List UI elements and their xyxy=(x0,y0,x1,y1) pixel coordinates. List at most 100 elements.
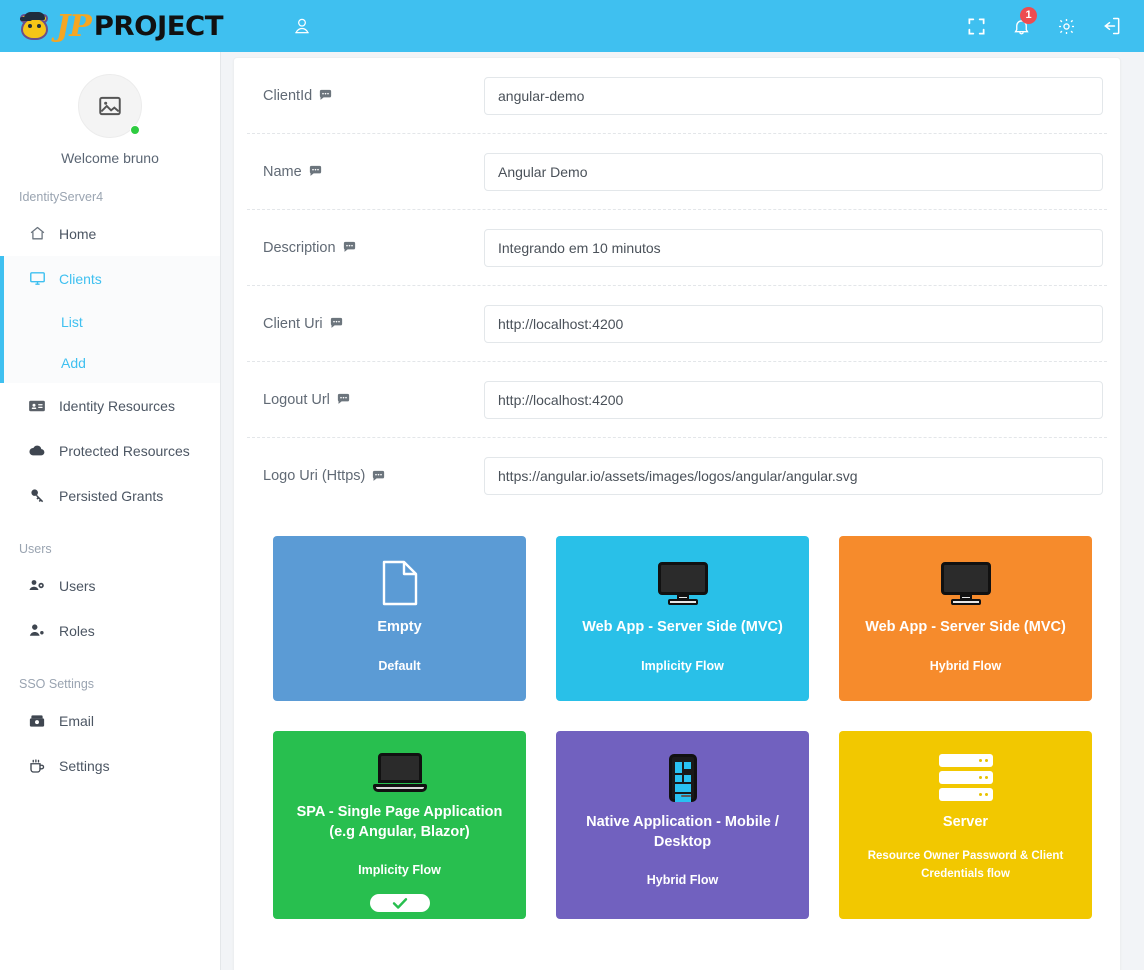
client-form: ClientId Name Description Client Uri Log… xyxy=(234,58,1120,514)
sidebar-item-clients[interactable]: Clients xyxy=(4,256,220,301)
card-title: Empty xyxy=(377,619,422,635)
card-subtitle: Implicity Flow xyxy=(641,658,724,673)
client-type-card[interactable]: Native Application - Mobile / Desktop Hyb… xyxy=(556,731,809,919)
form-label-text: Description xyxy=(263,239,336,256)
key-icon xyxy=(28,487,46,504)
client-type-card[interactable]: SPA - Single Page Application (e.g Angul… xyxy=(273,731,526,919)
comment-icon[interactable] xyxy=(336,392,351,407)
form-label-text: ClientId xyxy=(263,87,313,104)
sidebar-item-label: Persisted Grants xyxy=(59,487,164,504)
sidebar-subitem-list[interactable]: List xyxy=(4,301,220,342)
topbar-actions: 1 xyxy=(967,6,1122,37)
input-name[interactable] xyxy=(484,152,1103,191)
image-placeholder-icon xyxy=(99,96,121,116)
logout-icon[interactable] xyxy=(1102,16,1122,36)
avatar[interactable] xyxy=(78,74,142,138)
users-cog-icon xyxy=(28,576,46,595)
sidebar: Welcome bruno IdentityServer4 Home Clien… xyxy=(0,52,221,970)
phone-icon xyxy=(668,753,697,803)
sidebar-item-identity-resources[interactable]: Identity Resources xyxy=(0,383,220,428)
gear-icon[interactable] xyxy=(1057,17,1076,36)
card-subtitle: Implicity Flow xyxy=(358,863,441,878)
input-logo-uri-https[interactable] xyxy=(484,457,1103,495)
card-title: Web App - Server Side (MVC) xyxy=(582,619,783,635)
form-label: Logout Url xyxy=(247,392,484,408)
form-label: Name xyxy=(247,164,484,180)
client-type-card[interactable]: Web App - Server Side (MVC) Implicity Flo… xyxy=(556,536,809,701)
sidebar-item-label: Home xyxy=(59,225,97,242)
monitor-icon xyxy=(657,558,708,608)
sidebar-item-label: Users xyxy=(59,577,96,594)
online-status-dot xyxy=(130,125,140,135)
home-icon xyxy=(28,225,46,242)
sidebar-item-persisted-grants[interactable]: Persisted Grants xyxy=(0,473,220,518)
user-icon[interactable] xyxy=(292,16,312,36)
comment-icon[interactable] xyxy=(371,469,386,484)
file-icon xyxy=(382,558,418,608)
id-card-icon xyxy=(28,397,46,415)
form-label: Logo Uri (Https) xyxy=(247,468,484,484)
client-type-card-grid: Empty Default Web App - Server Side (MVC)… xyxy=(234,514,1120,919)
comment-icon[interactable] xyxy=(318,88,333,103)
form-label: Client Uri xyxy=(247,316,484,332)
fullscreen-icon[interactable] xyxy=(967,17,986,36)
welcome-text: Welcome bruno xyxy=(61,150,159,166)
card-subtitle: Resource Owner Password & Client Credent… xyxy=(867,849,1064,880)
sidebar-group-clients: Clients List Add xyxy=(0,256,220,383)
sidebar-item-users[interactable]: Users xyxy=(0,563,220,608)
nav-section-title-sso-settings: SSO Settings xyxy=(19,677,95,691)
sidebar-item-email[interactable]: Email xyxy=(0,698,220,743)
sidebar-item-label: Identity Resources xyxy=(59,397,175,414)
user-plus-icon xyxy=(28,621,46,640)
card-title: SPA - Single Page Application (e.g Angul… xyxy=(296,804,503,840)
page-right-gutter xyxy=(1133,52,1144,970)
sidebar-item-label: Protected Resources xyxy=(59,442,190,459)
form-row: Name xyxy=(247,134,1107,210)
card-title: Native Application - Mobile / Desktop xyxy=(586,814,779,850)
mail-box-icon xyxy=(28,712,46,730)
sidebar-item-label: Settings xyxy=(59,757,110,774)
card-title: Server xyxy=(942,814,989,830)
sidebar-item-label: Email xyxy=(59,712,95,729)
profile-block: Welcome bruno xyxy=(0,52,220,166)
card-subtitle: Hybrid Flow xyxy=(646,873,719,888)
sidebar-item-protected-resources[interactable]: Protected Resources xyxy=(0,428,220,473)
client-type-card[interactable]: Server Resource Owner Password & Client C… xyxy=(839,731,1092,919)
form-label-text: Name xyxy=(263,163,302,180)
input-logout-url[interactable] xyxy=(484,380,1103,419)
sidebar-item-label: Clients xyxy=(59,270,102,287)
client-type-card[interactable]: Empty Default xyxy=(273,536,526,701)
sidebar-subitem-add[interactable]: Add xyxy=(4,342,220,383)
sidebar-item-roles[interactable]: Roles xyxy=(0,608,220,653)
card-subtitle: Hybrid Flow xyxy=(929,658,1002,673)
comment-icon[interactable] xyxy=(329,316,344,331)
check-icon xyxy=(392,898,407,909)
form-row: Client Uri xyxy=(247,286,1107,362)
form-row: Logout Url xyxy=(247,362,1107,438)
input-description[interactable] xyxy=(484,228,1103,267)
brand-jp-text: JP xyxy=(56,8,92,44)
form-label: Description xyxy=(247,240,484,256)
form-row: ClientId xyxy=(247,58,1107,134)
card-subtitle: Default xyxy=(378,658,421,673)
comment-icon[interactable] xyxy=(342,240,357,255)
input-clientid[interactable] xyxy=(484,76,1103,115)
brand-logo[interactable]: JP PROJECT xyxy=(18,0,223,52)
bell-icon[interactable]: 1 xyxy=(1012,6,1037,37)
client-type-card[interactable]: Web App - Server Side (MVC) Hybrid Flow xyxy=(839,536,1092,701)
form-label: ClientId xyxy=(247,88,484,104)
form-label-text: Client Uri xyxy=(263,315,323,332)
server-icon xyxy=(938,753,993,803)
form-label-text: Logo Uri (Https) xyxy=(263,468,366,484)
monitor-icon xyxy=(940,558,991,608)
sidebar-item-settings[interactable]: Settings xyxy=(0,743,220,788)
card-selected-check-button[interactable] xyxy=(369,894,430,913)
comment-icon[interactable] xyxy=(308,164,323,179)
main-content: ClientId Name Description Client Uri Log… xyxy=(221,52,1144,970)
mascot-icon xyxy=(18,11,52,41)
brand-project-text: PROJECT xyxy=(93,10,223,42)
input-client-uri[interactable] xyxy=(484,304,1103,343)
sidebar-item-label: Roles xyxy=(59,622,95,639)
client-form-panel: ClientId Name Description Client Uri Log… xyxy=(233,57,1121,970)
sidebar-item-home[interactable]: Home xyxy=(0,211,220,256)
